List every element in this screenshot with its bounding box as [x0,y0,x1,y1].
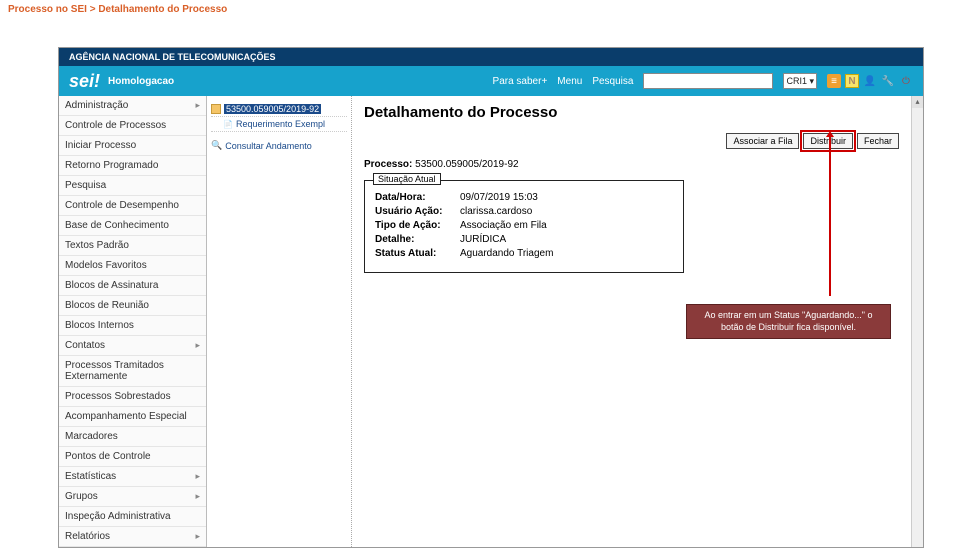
search-label: Pesquisa [592,76,633,87]
sidebar-item[interactable]: Retorno Programado [59,156,206,176]
know-more-link[interactable]: Para saber+ [493,76,548,87]
pdf-icon: 📄 [223,120,233,129]
status-row: Tipo de Ação:Associação em Fila [375,220,673,231]
top-right-controls: Para saber+ Menu Pesquisa CRI1 ▾ ≡ N 👤 🔧… [493,73,913,89]
scope-select[interactable]: CRI1 ▾ [783,73,817,89]
sidebar-item[interactable]: Blocos de Reunião [59,296,206,316]
page-title: Detalhamento do Processo [364,104,899,121]
status-row: Detalhe:JURÍDICA [375,234,673,245]
sidebar-item[interactable]: Pontos de Controle [59,447,206,467]
sidebar-item[interactable]: Administração▸ [59,96,206,116]
sidebar-item[interactable]: Base de Conhecimento [59,216,206,236]
sidebar-item[interactable]: Grupos▸ [59,487,206,507]
sidebar-item[interactable]: Blocos Internos [59,316,206,336]
search-input[interactable] [643,73,773,89]
settings-icon[interactable]: 🔧 [881,74,895,88]
chevron-right-icon: ▸ [195,100,200,111]
app-window: AGÊNCIA NACIONAL DE TELECOMUNICAÇÕES sei… [58,47,924,548]
process-number-line: Processo: 53500.059005/2019-92 [364,159,899,170]
environment-label: Homologacao [108,76,174,87]
status-row: Status Atual:Aguardando Triagem [375,248,673,259]
process-tree: 53500.059005/2019-92 📄 Requerimento Exem… [207,96,352,547]
notification-icon[interactable]: N [845,74,859,88]
sidebar-item[interactable]: Marcadores [59,427,206,447]
status-box: Situação Atual Data/Hora:09/07/2019 15:0… [364,180,684,273]
sidebar-item[interactable]: Controle de Processos [59,116,206,136]
sidebar-item[interactable]: Processos Sobrestados [59,387,206,407]
search-icon: 🔍 [211,140,222,151]
associate-button[interactable]: Associar a Fila [726,133,799,149]
tree-process[interactable]: 53500.059005/2019-92 [211,102,347,117]
close-button[interactable]: Fechar [857,133,899,149]
sidebar-item[interactable]: Iniciar Processo [59,136,206,156]
tree-consult[interactable]: 🔍 Consultar Andamento [211,138,347,153]
chevron-right-icon: ▸ [195,491,200,502]
exit-icon[interactable]: ⏻ [899,74,913,88]
folder-icon [211,104,221,114]
tree-document[interactable]: 📄 Requerimento Exempl [211,117,347,132]
menu-link[interactable]: Menu [557,76,582,87]
chevron-right-icon: ▸ [195,531,200,542]
sidebar-item[interactable]: Modelos Favoritos [59,256,206,276]
sidebar-item[interactable]: Blocos de Assinatura [59,276,206,296]
scrollbar[interactable]: ▴ [911,96,923,547]
action-buttons: Associar a Fila Distribuir Fechar [364,133,899,149]
sidebar-item[interactable]: Processos Tramitados Externamente [59,356,206,387]
chevron-right-icon: ▸ [195,471,200,482]
sei-logo: sei! [69,71,100,92]
status-legend: Situação Atual [373,173,441,185]
callout-box: Ao entrar em um Status "Aguardando..." o… [686,304,891,339]
sidebar-item[interactable]: Relatórios▸ [59,527,206,547]
sidebar-item[interactable]: Inspeção Administrativa [59,507,206,527]
sidebar-item[interactable]: Contatos▸ [59,336,206,356]
sidebar-item[interactable]: Textos Padrão [59,236,206,256]
window-titlebar: AGÊNCIA NACIONAL DE TELECOMUNICAÇÕES [59,48,923,66]
user-icon[interactable]: 👤 [863,74,877,88]
chevron-right-icon: ▸ [195,340,200,351]
scroll-up-icon[interactable]: ▴ [912,96,923,108]
status-row: Data/Hora:09/07/2019 15:03 [375,192,673,203]
sidebar-item[interactable]: Estatísticas▸ [59,467,206,487]
sidebar-item[interactable]: Pesquisa [59,176,206,196]
slide-title: Processo no SEI > Detalhamento do Proces… [0,0,960,19]
sidebar-item[interactable]: Controle de Desempenho [59,196,206,216]
top-bar: sei! Homologacao Para saber+ Menu Pesqui… [59,66,923,96]
callout-arrow [829,136,831,296]
sidebar: Administração▸Controle de ProcessosInici… [59,96,207,547]
status-row: Usuário Ação:clarissa.cardoso [375,206,673,217]
list-icon[interactable]: ≡ [827,74,841,88]
main-content: Detalhamento do Processo Associar a Fila… [352,96,911,547]
sidebar-item[interactable]: Acompanhamento Especial [59,407,206,427]
